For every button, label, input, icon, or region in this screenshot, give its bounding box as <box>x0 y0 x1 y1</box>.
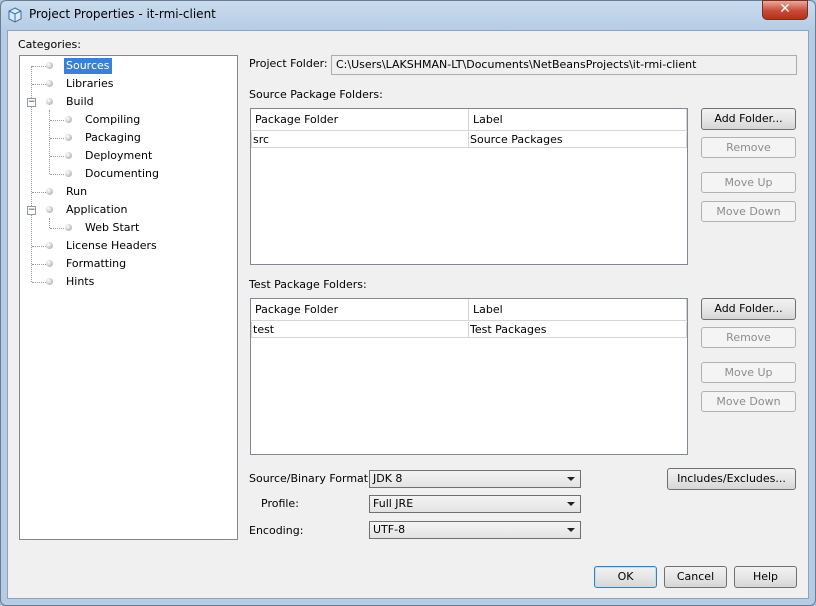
node-icon <box>65 134 72 141</box>
profile-select[interactable]: Full JRE <box>369 495 581 513</box>
column-header-package-folder[interactable]: Package Folder <box>251 109 469 131</box>
application-collapse-icon[interactable]: − <box>27 206 36 215</box>
node-icon <box>46 98 53 105</box>
encoding-label: Encoding: <box>249 524 304 537</box>
node-icon <box>46 278 53 285</box>
node-icon <box>46 62 53 69</box>
source-remove-button[interactable]: Remove <box>701 137 796 158</box>
table-cell-folder[interactable]: test <box>251 322 469 338</box>
window-title: Project Properties - it-rmi-client <box>29 7 216 21</box>
selected-value: UTF-8 <box>373 523 406 536</box>
source-binary-format-select[interactable]: JDK 8 <box>369 470 581 488</box>
categories-label: Categories: <box>18 38 81 51</box>
table-cell-label[interactable]: Source Packages <box>468 132 687 148</box>
source-package-folders-label: Source Package Folders: <box>249 88 383 101</box>
project-folder-field[interactable]: C:\Users\LAKSHMAN-LT\Documents\NetBeansP… <box>331 55 797 75</box>
source-add-folder-button[interactable]: Add Folder... <box>701 108 796 130</box>
project-folder-label: Project Folder: <box>249 57 328 70</box>
source-binary-format-label: Source/Binary Format: <box>249 472 372 485</box>
node-icon <box>46 206 53 213</box>
test-move-down-button[interactable]: Move Down <box>701 391 796 412</box>
node-icon <box>65 152 72 159</box>
chevron-down-icon <box>567 502 575 506</box>
source-move-up-button[interactable]: Move Up <box>701 172 796 193</box>
cancel-button[interactable]: Cancel <box>664 566 727 588</box>
close-button[interactable]: ✕ <box>762 0 808 20</box>
column-header-package-folder[interactable]: Package Folder <box>251 299 469 321</box>
test-remove-button[interactable]: Remove <box>701 327 796 348</box>
node-icon <box>46 242 53 249</box>
node-icon <box>65 170 72 177</box>
tree-line <box>49 218 51 228</box>
selected-value: Full JRE <box>373 497 414 510</box>
encoding-select[interactable]: UTF-8 <box>369 521 581 539</box>
test-add-folder-button[interactable]: Add Folder... <box>701 298 796 320</box>
includes-excludes-button[interactable]: Includes/Excludes... <box>667 468 796 490</box>
test-package-table[interactable]: Package Folder Label test Test Packages <box>250 298 688 455</box>
chevron-down-icon <box>567 477 575 481</box>
node-icon <box>65 116 72 123</box>
profile-label: Profile: <box>261 497 299 510</box>
source-package-table[interactable]: Package Folder Label src Source Packages <box>250 108 688 265</box>
node-icon <box>46 188 53 195</box>
source-move-down-button[interactable]: Move Down <box>701 201 796 222</box>
column-header-label[interactable]: Label <box>469 299 687 321</box>
help-button[interactable]: Help <box>734 566 797 588</box>
selected-value: JDK 8 <box>373 472 403 485</box>
ok-button[interactable]: OK <box>594 566 657 588</box>
netbeans-project-icon <box>8 7 22 23</box>
node-icon <box>65 224 72 231</box>
categories-tree[interactable]: − − Sources Libraries Build Compiling Pa… <box>19 55 238 540</box>
title-bar[interactable]: Project Properties - it-rmi-client <box>0 0 814 30</box>
node-icon <box>46 260 53 267</box>
build-collapse-icon[interactable]: − <box>27 98 36 107</box>
node-icon <box>46 80 53 87</box>
test-move-up-button[interactable]: Move Up <box>701 362 796 383</box>
test-package-folders-label: Test Package Folders: <box>249 278 367 291</box>
table-cell-label[interactable]: Test Packages <box>468 322 687 338</box>
column-header-label[interactable]: Label <box>469 109 687 131</box>
table-cell-folder[interactable]: src <box>251 132 469 148</box>
close-icon: ✕ <box>779 1 791 17</box>
chevron-down-icon <box>567 528 575 532</box>
